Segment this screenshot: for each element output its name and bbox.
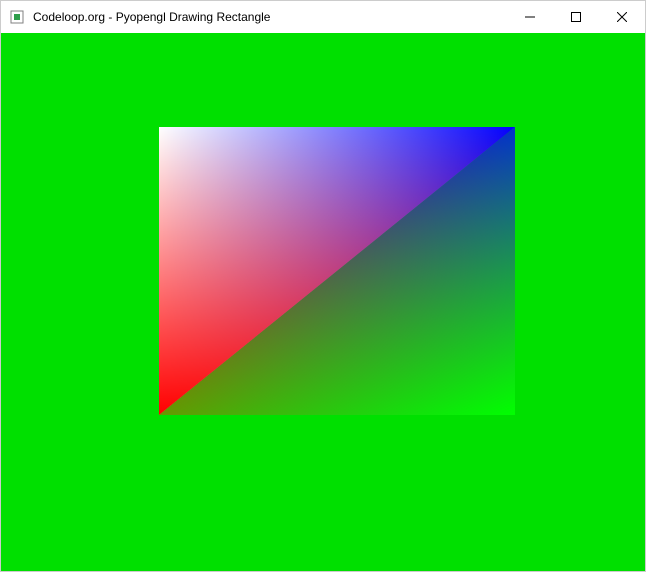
minimize-button[interactable] xyxy=(507,1,553,33)
window-title: Codeloop.org - Pyopengl Drawing Rectangl… xyxy=(33,10,507,24)
titlebar[interactable]: Codeloop.org - Pyopengl Drawing Rectangl… xyxy=(1,1,645,33)
close-button[interactable] xyxy=(599,1,645,33)
application-window: Codeloop.org - Pyopengl Drawing Rectangl… xyxy=(0,0,646,572)
window-controls xyxy=(507,1,645,33)
app-icon xyxy=(9,9,25,25)
gradient-rectangle xyxy=(159,127,515,415)
maximize-button[interactable] xyxy=(553,1,599,33)
opengl-canvas xyxy=(1,33,645,571)
